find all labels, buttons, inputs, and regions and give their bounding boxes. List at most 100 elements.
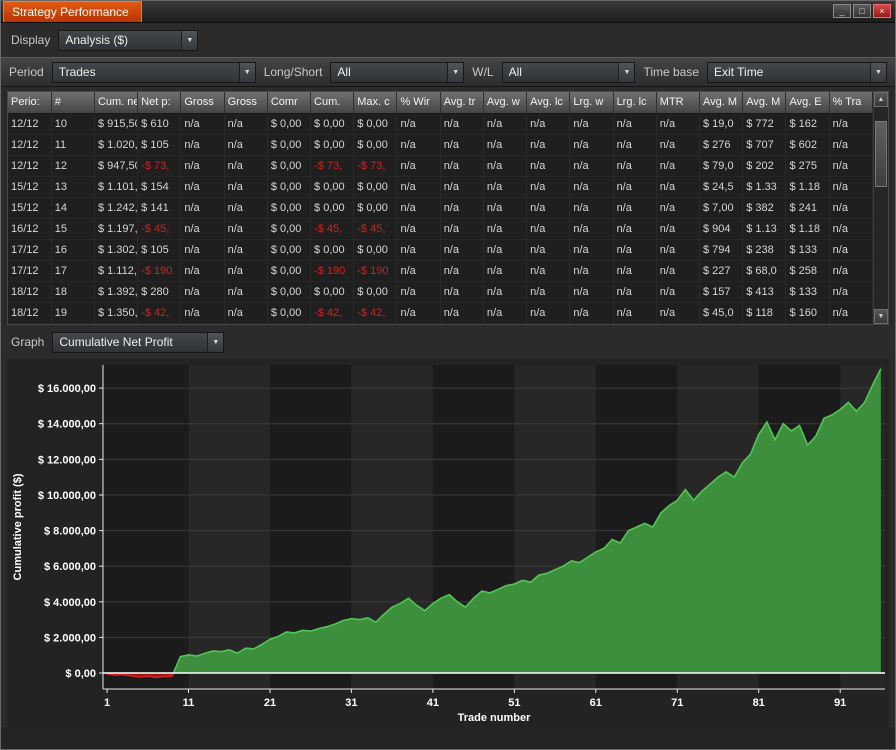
table-cell: $ 227 <box>700 260 743 281</box>
table-cell: n/a <box>527 155 570 176</box>
table-cell: n/a <box>527 113 570 134</box>
table-row[interactable]: 15/1213$ 1.101,$ 154n/an/a$ 0,00$ 0,00$ … <box>8 176 873 197</box>
column-header[interactable]: Gross <box>224 92 267 113</box>
column-header[interactable]: Lrg. lc <box>613 92 656 113</box>
table-cell: $ 24,5 <box>700 176 743 197</box>
table-row[interactable]: 15/1214$ 1.242,$ 141n/an/a$ 0,00$ 0,00$ … <box>8 197 873 218</box>
column-header[interactable]: Avg. tr <box>440 92 483 113</box>
table-cell: -$ 45, <box>138 218 181 239</box>
column-header[interactable]: Avg. M <box>743 92 786 113</box>
table-cell: n/a <box>613 155 656 176</box>
scrollbar-thumb[interactable] <box>875 121 887 187</box>
graph-select[interactable]: Cumulative Net Profit ▼ <box>52 332 224 353</box>
table-cell: -$ 190 <box>138 260 181 281</box>
table-cell: n/a <box>527 176 570 197</box>
table-cell: $ 794 <box>700 239 743 260</box>
chevron-down-icon: ▼ <box>618 63 634 82</box>
scroll-down-button[interactable]: ▼ <box>874 309 888 324</box>
table-cell: n/a <box>570 134 613 155</box>
column-header[interactable]: Cum. ne <box>94 92 137 113</box>
table-cell: $ 707 <box>743 134 786 155</box>
table-cell: n/a <box>397 197 440 218</box>
timebase-select[interactable]: Exit Time ▼ <box>707 62 887 83</box>
table-row[interactable]: 18/1218$ 1.392,$ 280n/an/a$ 0,00$ 0,00$ … <box>8 281 873 302</box>
table-cell: n/a <box>440 281 483 302</box>
table-cell: n/a <box>527 260 570 281</box>
table-row[interactable]: 12/1210$ 915,50$ 610n/an/a$ 0,00$ 0,00$ … <box>8 113 873 134</box>
table-cell: n/a <box>829 302 872 323</box>
longshort-select[interactable]: All ▼ <box>330 62 464 83</box>
table-cell: n/a <box>527 134 570 155</box>
display-select[interactable]: Analysis ($) ▼ <box>58 30 198 51</box>
table-cell: $ 0,00 <box>311 176 354 197</box>
column-header[interactable]: # <box>51 92 94 113</box>
column-header[interactable]: Avg. lc <box>527 92 570 113</box>
table-cell: $ 0,00 <box>354 113 397 134</box>
table-cell: n/a <box>181 302 224 323</box>
scroll-up-icon: ▲ <box>878 96 885 103</box>
minimize-button[interactable]: _ <box>833 4 851 18</box>
table-cell: $ 157 <box>700 281 743 302</box>
column-header[interactable]: Avg. w <box>483 92 526 113</box>
column-header[interactable]: Max. c <box>354 92 397 113</box>
table-cell: n/a <box>224 218 267 239</box>
column-header[interactable]: MTR <box>656 92 699 113</box>
table-cell: $ 0,00 <box>267 260 310 281</box>
table-cell: n/a <box>224 155 267 176</box>
table-cell: $ 276 <box>700 134 743 155</box>
table-cell: $ 1.242, <box>94 197 137 218</box>
svg-text:$ 8.000,00: $ 8.000,00 <box>44 526 96 538</box>
svg-text:$ 0,00: $ 0,00 <box>65 668 96 680</box>
table-cell: n/a <box>527 218 570 239</box>
table-row[interactable]: 16/1215$ 1.197,-$ 45,n/an/a$ 0,00-$ 45,-… <box>8 218 873 239</box>
table-cell: n/a <box>483 260 526 281</box>
scrollbar-track[interactable] <box>874 107 888 309</box>
column-header[interactable]: Comr <box>267 92 310 113</box>
column-header[interactable]: Gross <box>181 92 224 113</box>
table-cell: n/a <box>483 239 526 260</box>
table-cell: $ 1.350, <box>94 302 137 323</box>
column-header[interactable]: Avg. E <box>786 92 829 113</box>
table-row[interactable]: 18/1219$ 1.350,-$ 42,n/an/a$ 0,00-$ 42,-… <box>8 302 873 323</box>
table-cell: $ 0,00 <box>354 281 397 302</box>
table-cell: $ 0,00 <box>267 218 310 239</box>
wl-select[interactable]: All ▼ <box>502 62 636 83</box>
table-scrollbar[interactable]: ▲ ▼ <box>873 92 888 324</box>
table-cell: $ 105 <box>138 134 181 155</box>
table-cell: $ 1.112, <box>94 260 137 281</box>
svg-text:$ 4.000,00: $ 4.000,00 <box>44 597 96 609</box>
column-header[interactable]: Cum. <box>311 92 354 113</box>
table-cell: n/a <box>656 260 699 281</box>
column-header[interactable]: Lrg. w <box>570 92 613 113</box>
table-cell: $ 19,0 <box>700 113 743 134</box>
period-select-value: Trades <box>59 65 96 79</box>
display-toolbar: Display Analysis ($) ▼ <box>1 23 895 57</box>
column-header[interactable]: % Wir <box>397 92 440 113</box>
column-header[interactable]: % Tra <box>829 92 872 113</box>
column-header[interactable]: Perio: <box>8 92 51 113</box>
table-cell: n/a <box>181 218 224 239</box>
column-header[interactable]: Avg. M <box>700 92 743 113</box>
table-cell: 12/12 <box>8 113 51 134</box>
window-title: Strategy Performance <box>3 1 142 22</box>
table-cell: n/a <box>829 113 872 134</box>
table-row[interactable]: 12/1212$ 947,50-$ 73,n/an/a$ 0,00-$ 73,-… <box>8 155 873 176</box>
wl-label: W/L <box>472 65 493 79</box>
column-header[interactable]: Net p: <box>138 92 181 113</box>
display-label: Display <box>11 33 50 47</box>
table-cell: $ 202 <box>743 155 786 176</box>
table-cell: n/a <box>181 113 224 134</box>
scroll-up-button[interactable]: ▲ <box>874 92 888 107</box>
period-select[interactable]: Trades ▼ <box>52 62 256 83</box>
table-row[interactable]: 12/1211$ 1.020,$ 105n/an/a$ 0,00$ 0,00$ … <box>8 134 873 155</box>
table-cell: 15/12 <box>8 197 51 218</box>
table-cell: 15/12 <box>8 176 51 197</box>
table-row[interactable]: 17/1217$ 1.112,-$ 190n/an/a$ 0,00-$ 190-… <box>8 260 873 281</box>
chevron-down-icon: ▼ <box>181 31 197 50</box>
table-cell: n/a <box>181 155 224 176</box>
restore-button[interactable]: □ <box>853 4 871 18</box>
close-icon: × <box>879 6 884 16</box>
table-cell: $ 275 <box>786 155 829 176</box>
close-button[interactable]: × <box>873 4 891 18</box>
table-row[interactable]: 17/1216$ 1.302,$ 105n/an/a$ 0,00$ 0,00$ … <box>8 239 873 260</box>
